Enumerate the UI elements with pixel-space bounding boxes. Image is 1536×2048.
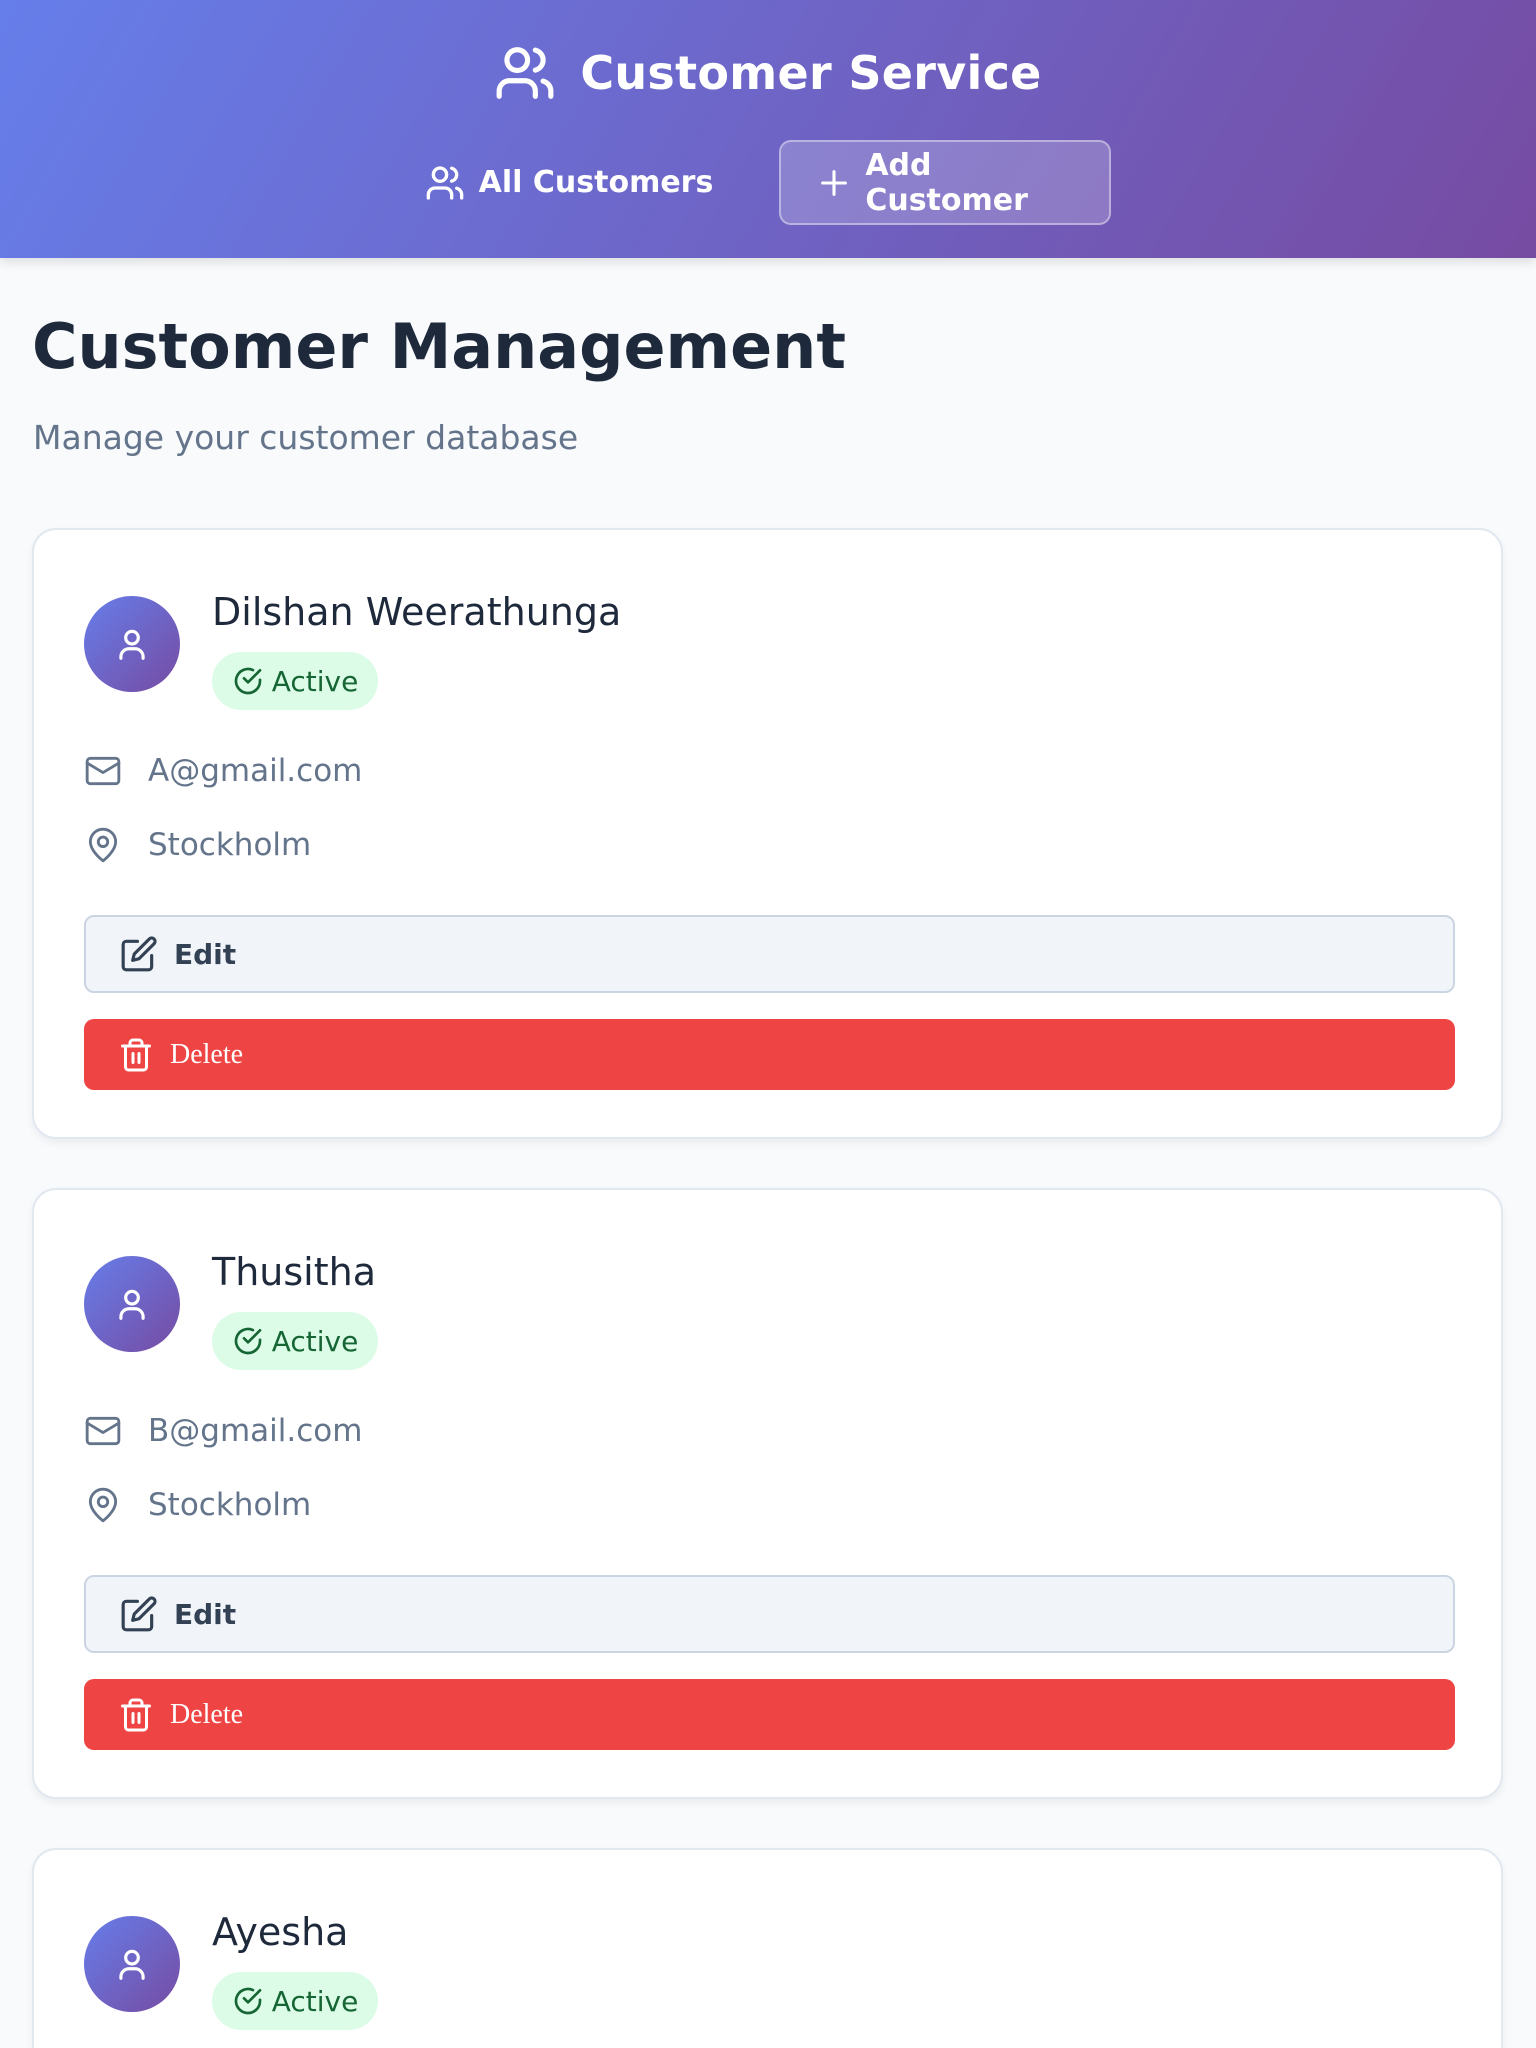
avatar <box>84 1256 180 1352</box>
email-row: A@gmail.com <box>84 752 362 790</box>
brand: Customer Service <box>0 42 1536 104</box>
mail-icon <box>84 752 122 790</box>
customer-name: Ayesha <box>212 1910 349 1954</box>
customer-name: Dilshan Weerathunga <box>212 590 622 634</box>
nav-add-customer[interactable]: Add Customer <box>779 140 1112 225</box>
trash-icon <box>118 1697 154 1733</box>
delete-button[interactable]: Delete <box>84 1679 1455 1750</box>
delete-button[interactable]: Delete <box>84 1019 1455 1090</box>
customer-card: Dilshan Weerathunga Active A@gmail.com S… <box>32 528 1503 1139</box>
customer-card: Thusitha Active B@gmail.com Stockholm Ed… <box>32 1188 1503 1799</box>
status-label: Active <box>271 664 359 698</box>
email-row: B@gmail.com <box>84 1412 362 1450</box>
customer-city: Stockholm <box>148 1487 312 1523</box>
customer-card: Ayesha Active <box>32 1848 1503 2048</box>
edit-label: Edit <box>174 937 237 971</box>
page-subtitle: Manage your customer database <box>33 418 579 457</box>
status-label: Active <box>271 1324 359 1358</box>
check-circle-icon <box>232 1985 264 2017</box>
user-icon <box>113 1945 151 1983</box>
check-circle-icon <box>232 665 264 697</box>
users-icon <box>494 42 556 104</box>
edit-button[interactable]: Edit <box>84 915 1455 993</box>
edit-label: Edit <box>174 1597 237 1631</box>
edit-icon <box>120 935 158 973</box>
customer-city: Stockholm <box>148 827 312 863</box>
app-title: Customer Service <box>580 46 1042 100</box>
user-icon <box>113 1285 151 1323</box>
app-header: Customer Service All Customers Add Custo… <box>0 0 1536 258</box>
status-label: Active <box>271 1984 359 2018</box>
main-nav: All Customers Add Customer <box>0 140 1536 225</box>
user-icon <box>113 625 151 663</box>
customer-email: A@gmail.com <box>148 753 363 789</box>
page-title: Customer Management <box>32 310 846 383</box>
map-pin-icon <box>84 1486 122 1524</box>
customer-name: Thusitha <box>212 1250 377 1294</box>
avatar <box>84 596 180 692</box>
nav-label: Add Customer <box>865 147 1028 218</box>
status-badge: Active <box>212 1972 378 2030</box>
avatar <box>84 1916 180 2012</box>
trash-icon <box>118 1037 154 1073</box>
nav-label: All Customers <box>478 165 714 200</box>
mail-icon <box>84 1412 122 1450</box>
nav-all-customers[interactable]: All Customers <box>425 140 714 225</box>
edit-button[interactable]: Edit <box>84 1575 1455 1653</box>
location-row: Stockholm <box>84 826 311 864</box>
location-row: Stockholm <box>84 1486 311 1524</box>
delete-label: Delete <box>170 1698 244 1730</box>
map-pin-icon <box>84 826 122 864</box>
delete-label: Delete <box>170 1038 244 1070</box>
customer-email: B@gmail.com <box>148 1413 363 1449</box>
status-badge: Active <box>212 652 378 710</box>
status-badge: Active <box>212 1312 378 1370</box>
edit-icon <box>120 1595 158 1633</box>
check-circle-icon <box>232 1325 264 1357</box>
plus-icon <box>817 166 851 200</box>
users-icon <box>425 163 465 203</box>
